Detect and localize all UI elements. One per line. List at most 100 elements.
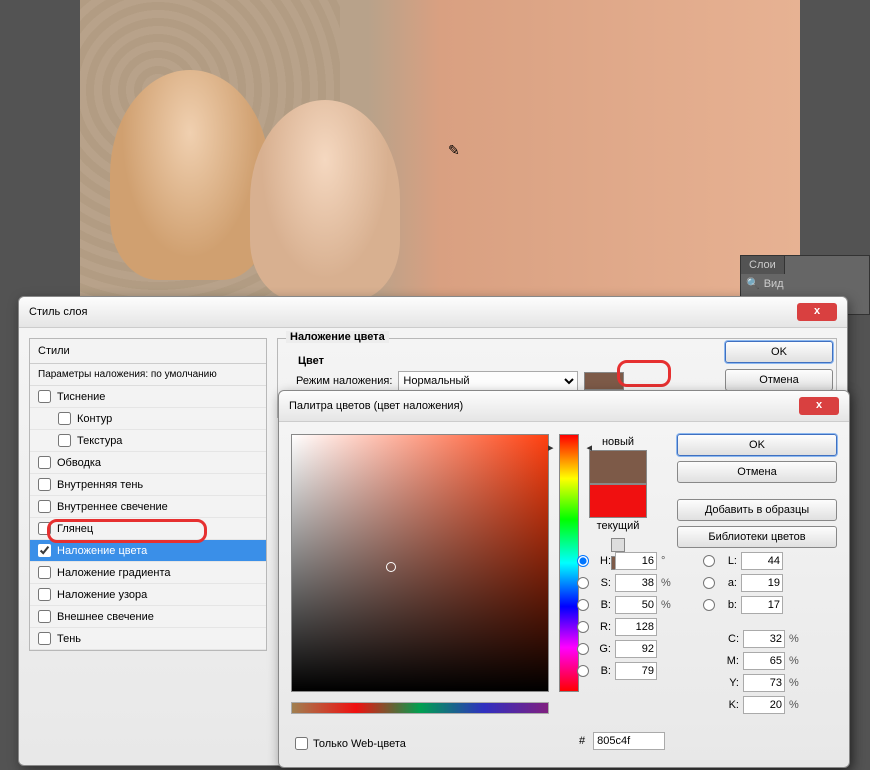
m-input[interactable] <box>743 652 785 670</box>
style-label: Внешнее свечение <box>57 611 154 623</box>
y-label: Y: <box>723 677 739 689</box>
pct-unit: % <box>789 655 803 667</box>
gamut-warning-icon[interactable] <box>611 538 625 552</box>
style-checkbox[interactable] <box>38 500 51 513</box>
new-color-preview <box>589 450 647 484</box>
pct-unit: % <box>661 599 675 611</box>
style-label: Внутреннее свечение <box>57 501 168 513</box>
document-canvas[interactable] <box>80 0 800 300</box>
r-label: R: <box>595 621 611 633</box>
dialog-titlebar[interactable]: Стиль слоя x <box>19 297 847 328</box>
l-input[interactable] <box>741 552 783 570</box>
k-input[interactable] <box>743 696 785 714</box>
style-checkbox[interactable] <box>38 522 51 535</box>
hex-label: # <box>579 735 585 747</box>
blue-label: B: <box>595 665 611 677</box>
dialog-title-text: Стиль слоя <box>29 306 87 318</box>
color-field-cursor[interactable] <box>386 562 396 572</box>
style-item-контур[interactable]: Контур <box>30 408 266 430</box>
r-radio[interactable] <box>577 621 589 633</box>
style-checkbox[interactable] <box>38 478 51 491</box>
canvas-padding <box>0 0 80 300</box>
pct-unit: % <box>789 677 803 689</box>
blend-mode-select[interactable]: Нормальный <box>398 371 578 391</box>
new-color-label: новый <box>589 434 647 450</box>
search-icon: 🔍 <box>746 277 760 290</box>
hue-slider-thumb[interactable] <box>556 445 584 453</box>
style-checkbox[interactable] <box>38 544 51 557</box>
styles-list: Стили Параметры наложения: по умолчанию … <box>29 338 267 651</box>
lab-b-input[interactable] <box>741 596 783 614</box>
g-radio[interactable] <box>577 643 589 655</box>
g-label: G: <box>595 643 611 655</box>
ok-button[interactable]: OK <box>725 341 833 363</box>
bri-radio[interactable] <box>577 599 589 611</box>
color-field[interactable] <box>291 434 549 692</box>
style-checkbox[interactable] <box>38 456 51 469</box>
pct-unit: % <box>789 699 803 711</box>
h-label: H: <box>595 555 611 567</box>
y-input[interactable] <box>743 674 785 692</box>
dialog-titlebar[interactable]: Палитра цветов (цвет наложения) x <box>279 391 849 422</box>
blue-input[interactable] <box>615 662 657 680</box>
style-item-наложение-цвета[interactable]: Наложение цвета <box>30 540 266 562</box>
style-item-обводка[interactable]: Обводка <box>30 452 266 474</box>
a-radio[interactable] <box>703 577 715 589</box>
style-label: Наложение узора <box>57 589 147 601</box>
s-input[interactable] <box>615 574 657 592</box>
style-item-внутренняя-тень[interactable]: Внутренняя тень <box>30 474 266 496</box>
l-radio[interactable] <box>703 555 715 567</box>
r-input[interactable] <box>615 618 657 636</box>
c-label: C: <box>723 633 739 645</box>
hue-radio[interactable] <box>577 555 589 567</box>
close-button[interactable]: x <box>797 303 837 321</box>
style-label: Наложение градиента <box>57 567 171 579</box>
style-checkbox[interactable] <box>38 632 51 645</box>
style-label: Текстура <box>77 435 122 447</box>
style-item-глянец[interactable]: Глянец <box>30 518 266 540</box>
hex-input[interactable] <box>593 732 665 750</box>
style-checkbox[interactable] <box>58 412 71 425</box>
hue-slider[interactable] <box>559 434 579 692</box>
style-item-внутреннее-свечение[interactable]: Внутреннее свечение <box>30 496 266 518</box>
sat-radio[interactable] <box>577 577 589 589</box>
style-item-тень[interactable]: Тень <box>30 628 266 650</box>
current-color-preview[interactable] <box>589 484 647 518</box>
a-input[interactable] <box>741 574 783 592</box>
cancel-button[interactable]: Отмена <box>677 461 837 483</box>
style-item-наложение-градиента[interactable]: Наложение градиента <box>30 562 266 584</box>
blend-defaults[interactable]: Параметры наложения: по умолчанию <box>30 364 266 386</box>
style-checkbox[interactable] <box>38 390 51 403</box>
b-input[interactable] <box>615 596 657 614</box>
style-item-текстура[interactable]: Текстура <box>30 430 266 452</box>
cancel-button[interactable]: Отмена <box>725 369 833 391</box>
color-libraries-button[interactable]: Библиотеки цветов <box>677 526 837 548</box>
web-only-checkbox[interactable] <box>295 737 308 750</box>
current-color-label: текущий <box>589 518 647 534</box>
k-label: K: <box>723 699 739 711</box>
style-checkbox[interactable] <box>58 434 71 447</box>
color-spectrum-bar[interactable] <box>291 702 549 714</box>
blue-radio[interactable] <box>577 665 589 677</box>
style-item-тиснение[interactable]: Тиснение <box>30 386 266 408</box>
ok-button[interactable]: OK <box>677 434 837 456</box>
eyedropper-cursor-icon <box>448 142 464 158</box>
style-checkbox[interactable] <box>38 566 51 579</box>
add-swatch-button[interactable]: Добавить в образцы <box>677 499 837 521</box>
style-item-наложение-узора[interactable]: Наложение узора <box>30 584 266 606</box>
lab-b-radio[interactable] <box>703 599 715 611</box>
style-checkbox[interactable] <box>38 610 51 623</box>
layers-tab[interactable]: Слои <box>741 256 785 274</box>
fieldset-title: Наложение цвета <box>286 331 389 343</box>
close-button[interactable]: x <box>799 397 839 415</box>
lab-b-label: b: <box>721 599 737 611</box>
overlay-color-swatch[interactable] <box>584 372 624 390</box>
pct-unit: % <box>789 633 803 645</box>
styles-header[interactable]: Стили <box>30 339 266 364</box>
style-label: Тень <box>57 633 81 645</box>
c-input[interactable] <box>743 630 785 648</box>
style-item-внешнее-свечение[interactable]: Внешнее свечение <box>30 606 266 628</box>
style-checkbox[interactable] <box>38 588 51 601</box>
h-input[interactable] <box>615 552 657 570</box>
g-input[interactable] <box>615 640 657 658</box>
